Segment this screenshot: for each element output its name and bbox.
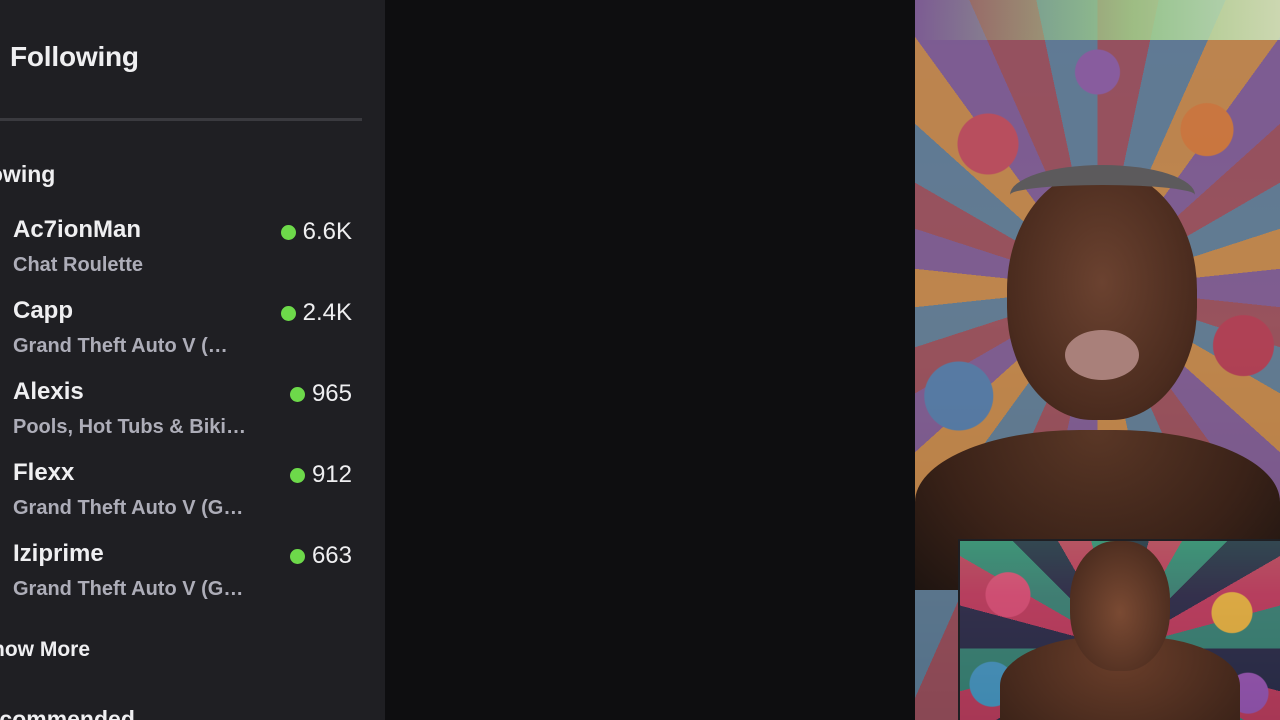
channel-game: Grand Theft Auto V (… <box>13 335 228 357</box>
viewer-count: 663 <box>289 542 352 570</box>
viewer-count-value: 965 <box>311 380 352 407</box>
viewer-count: 6.6K <box>280 218 352 246</box>
following-section-title: Following <box>0 161 56 187</box>
background-wall <box>915 0 1280 40</box>
channel-item-ac7ionman[interactable]: Ac7ionMan Chat Roulette 6.6K <box>0 214 385 295</box>
sidebar-header-title: Following <box>10 41 139 72</box>
channel-name: Capp <box>13 297 73 324</box>
channel-name: Ac7ionMan <box>13 216 142 243</box>
main-content-area <box>385 0 915 720</box>
channel-item-iziprime[interactable]: Iziprime Grand Theft Auto V (G… 663 <box>0 538 385 619</box>
recommended-section-title: Recommended <box>0 706 135 720</box>
viewer-count: 2.4K <box>280 299 352 327</box>
live-indicator-icon <box>289 467 305 483</box>
show-more-link[interactable]: Show More <box>0 638 90 662</box>
viewer-count-value: 663 <box>311 542 352 569</box>
viewer-count-value: 2.4K <box>302 299 352 326</box>
viewer-count: 912 <box>289 461 352 489</box>
channel-game: Chat Roulette <box>13 254 143 276</box>
live-indicator-icon <box>289 386 305 402</box>
live-indicator-icon <box>280 224 296 240</box>
channel-item-capp[interactable]: Capp Grand Theft Auto V (… 2.4K <box>0 295 385 376</box>
channel-item-flexx[interactable]: Flexx Grand Theft Auto V (G… 912 <box>0 457 385 538</box>
picture-in-picture-video[interactable] <box>958 539 1280 720</box>
streamer-headband <box>1010 165 1195 225</box>
streamer-mouth <box>1065 330 1139 380</box>
live-indicator-icon <box>289 548 305 564</box>
viewer-count-value: 912 <box>311 461 352 488</box>
sidebar: Following Following Ac7ionMan Chat Roule… <box>0 0 385 720</box>
channel-game: Grand Theft Auto V (G… <box>13 497 244 519</box>
channel-game: Grand Theft Auto V (G… <box>13 578 244 600</box>
pip-streamer-head <box>1070 541 1170 671</box>
sidebar-divider <box>0 118 362 121</box>
followed-channel-list: Ac7ionMan Chat Roulette 6.6K Capp Grand … <box>0 214 385 619</box>
live-indicator-icon <box>280 305 296 321</box>
channel-item-alexis[interactable]: Alexis Pools, Hot Tubs & Biki… 965 <box>0 376 385 457</box>
channel-game: Pools, Hot Tubs & Biki… <box>13 416 246 438</box>
channel-name: Iziprime <box>13 540 104 567</box>
viewer-count-value: 6.6K <box>302 218 352 245</box>
viewer-count: 965 <box>289 380 352 408</box>
channel-name: Flexx <box>13 459 75 486</box>
channel-name: Alexis <box>13 378 84 405</box>
